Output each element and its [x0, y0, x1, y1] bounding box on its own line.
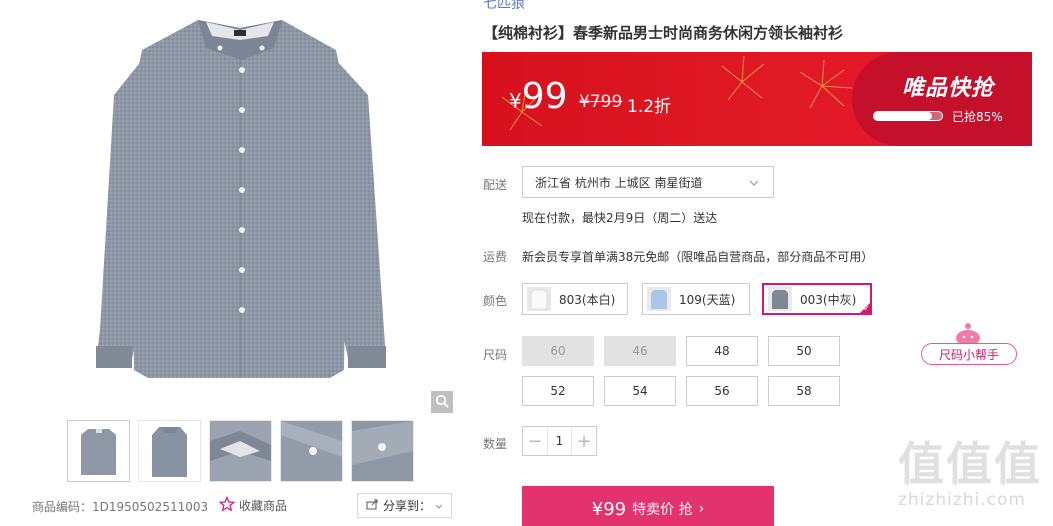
- size-option-56[interactable]: 56: [686, 376, 758, 406]
- color-swatch-mid-gray: [768, 287, 792, 311]
- zoom-button[interactable]: [431, 391, 453, 413]
- shipping-label: 运费: [483, 250, 508, 264]
- delivery-location-select[interactable]: 浙江省 杭州市 上城区 南星街道: [522, 166, 774, 198]
- color-label: 颜色: [483, 294, 508, 308]
- quantity-stepper: − 1 +: [522, 426, 597, 456]
- size-option-52[interactable]: 52: [522, 376, 594, 406]
- thumbnail-strip: [67, 420, 414, 482]
- size-option-50[interactable]: 50: [768, 336, 840, 366]
- size-option-54[interactable]: 54: [604, 376, 676, 406]
- sale-price: ¥ 99: [509, 76, 568, 117]
- price-value: 99: [521, 76, 568, 117]
- color-swatch-sky-blue: [647, 287, 671, 311]
- sold-progress-bar: [873, 111, 943, 121]
- delivery-label: 配送: [483, 178, 508, 192]
- check-icon: ✓: [863, 304, 870, 313]
- watermark-url: zhizhizhi.com: [898, 490, 1026, 510]
- share-label: 分享到：: [382, 499, 431, 513]
- thumbnail-back[interactable]: [138, 420, 201, 482]
- size-helper-button[interactable]: 尺码小帮手: [921, 343, 1017, 365]
- product-main-image[interactable]: [30, 0, 454, 412]
- zoom-icon: [435, 394, 449, 411]
- color-option-label: 003(中灰): [800, 292, 857, 307]
- site-watermark: 值值值 zhizhizhi.com: [898, 440, 1048, 510]
- currency-symbol: ¥: [509, 89, 522, 113]
- shipping-info: 新会员专享首单满38元免邮（限唯品自营商品，部分商品不可用）: [522, 250, 874, 264]
- buy-now-button[interactable]: ¥99 特卖价 抢 ›: [522, 486, 774, 526]
- sold-progress-fill: [874, 112, 932, 120]
- chevron-right-icon: ›: [698, 501, 705, 517]
- share-button[interactable]: 分享到：: [357, 493, 452, 518]
- size-option-46: 46: [604, 336, 676, 366]
- chevron-down-icon: [435, 499, 443, 513]
- size-option-58[interactable]: 58: [768, 376, 840, 406]
- color-option-mid-gray[interactable]: 003(中灰) ✓: [762, 283, 872, 315]
- color-option-label: 109(天蓝): [679, 292, 736, 307]
- buy-button-price: ¥99: [591, 498, 627, 520]
- flash-sale-title: 唯品快抢: [902, 76, 995, 101]
- quantity-label: 数量: [483, 437, 508, 451]
- color-swatch-white: [527, 287, 551, 311]
- color-option-white[interactable]: 803(本白): [522, 283, 628, 315]
- watermark-logo: 值值值: [898, 437, 1042, 491]
- discount-rate: 1.2折: [627, 97, 672, 117]
- original-price: ¥799: [579, 92, 623, 112]
- delivery-location-value: 浙江省 杭州市 上城区 南星街道: [535, 175, 703, 190]
- flash-sale-banner: ¥ 99 ¥799 1.2折 唯品快抢 已抢85%: [482, 52, 1032, 146]
- favorite-button[interactable]: 收藏商品: [218, 496, 288, 515]
- favorite-label: 收藏商品: [239, 499, 288, 513]
- thumbnail-button-detail[interactable]: [280, 420, 343, 482]
- thumbnail-front[interactable]: [67, 420, 130, 482]
- quantity-decrease-button[interactable]: −: [523, 427, 547, 455]
- product-title: 【纯棉衬衫】春季新品男士时尚商务休闲方领长袖衬衫: [483, 24, 844, 42]
- brand-name[interactable]: 七匹狼: [483, 0, 525, 13]
- thumbnail-collar-detail[interactable]: [209, 420, 272, 482]
- delivery-estimate: 现在付款，最快2月9日（周二）送达: [522, 211, 718, 225]
- size-label: 尺码: [483, 348, 508, 362]
- star-icon: [218, 496, 236, 515]
- size-option-60: 60: [522, 336, 594, 366]
- chevron-down-icon: [749, 176, 759, 190]
- share-icon: [366, 498, 379, 513]
- product-code: 商品编码：1D1950502511003: [32, 500, 209, 514]
- buy-button-label: 特卖价 抢: [632, 502, 693, 518]
- color-option-sky-blue[interactable]: 109(天蓝): [642, 283, 750, 315]
- quantity-input[interactable]: 1: [547, 427, 572, 455]
- thumbnail-cuff-detail[interactable]: [351, 420, 414, 482]
- sold-progress-label: 已抢85%: [952, 110, 1003, 124]
- quantity-increase-button[interactable]: +: [572, 427, 596, 455]
- size-option-48[interactable]: 48: [686, 336, 758, 366]
- color-option-label: 803(本白): [559, 292, 616, 307]
